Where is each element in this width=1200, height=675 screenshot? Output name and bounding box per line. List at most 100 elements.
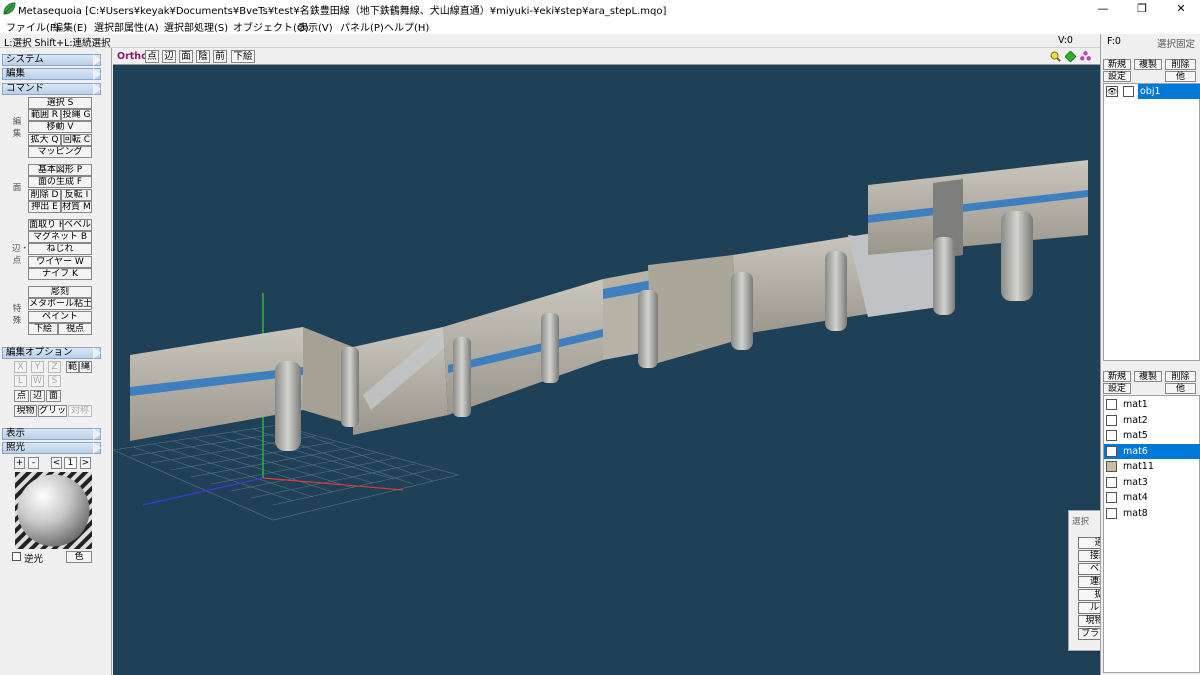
- rotate-view-icon[interactable]: [1080, 51, 1091, 62]
- paint-button[interactable]: ペイント: [28, 311, 92, 323]
- extrude-button[interactable]: 押出 E: [28, 201, 61, 213]
- menu-selection-process[interactable]: 選択部処理(S): [164, 19, 228, 34]
- light-index-field[interactable]: 1: [64, 457, 77, 469]
- viewpoint-button[interactable]: 視点: [58, 323, 92, 335]
- chamfer-button[interactable]: 面取り H: [28, 219, 63, 231]
- bevel-button[interactable]: ベベル: [63, 219, 92, 231]
- current-object-toggle[interactable]: 現物: [14, 405, 37, 417]
- scene-canvas[interactable]: [113, 65, 1100, 675]
- light-prev-button[interactable]: <: [51, 457, 62, 469]
- symmetry-toggle[interactable]: 対称: [68, 405, 92, 417]
- material-row[interactable]: mat11: [1104, 459, 1200, 474]
- light-color-button[interactable]: 色: [66, 551, 92, 563]
- section-command[interactable]: コマンド: [2, 83, 101, 95]
- menu-help[interactable]: ヘルプ(H): [384, 19, 429, 34]
- section-edit[interactable]: 編集: [2, 68, 101, 80]
- light-add-button[interactable]: +: [14, 457, 25, 469]
- select-route-button[interactable]: ルート: [1078, 602, 1100, 614]
- menu-panel[interactable]: パネル(P): [340, 19, 384, 34]
- material-row[interactable]: mat2: [1104, 413, 1200, 428]
- face-generate-button[interactable]: 面の生成 F: [28, 176, 92, 188]
- lock-toggle[interactable]: [1123, 86, 1134, 97]
- object-settings-button[interactable]: 設定: [1103, 71, 1131, 82]
- flip-button[interactable]: 反転 I: [61, 189, 92, 201]
- material-settings-button[interactable]: 設定: [1103, 383, 1131, 394]
- point-toggle[interactable]: 点: [14, 390, 29, 402]
- menu-view[interactable]: 表示(V): [298, 19, 333, 34]
- material-row[interactable]: mat6: [1104, 444, 1200, 459]
- select-expand-button[interactable]: 拡張: [1078, 589, 1100, 601]
- axis-x-toggle[interactable]: X: [14, 361, 27, 373]
- object-new-button[interactable]: 新規: [1103, 59, 1131, 70]
- lasso-select-button[interactable]: 投縄 G: [61, 109, 92, 121]
- material-row[interactable]: mat5: [1104, 428, 1200, 443]
- material-row[interactable]: mat1: [1104, 397, 1200, 412]
- move-command-button[interactable]: 移動 V: [28, 121, 92, 133]
- axis-y-toggle[interactable]: Y: [31, 361, 44, 373]
- backlight-checkbox[interactable]: [12, 552, 21, 561]
- maximize-button[interactable]: ❐: [1123, 0, 1161, 18]
- object-duplicate-button[interactable]: 複製: [1134, 59, 1162, 70]
- view-point-toggle[interactable]: 点: [145, 50, 159, 63]
- material-button[interactable]: 材質 M: [61, 201, 92, 213]
- primitive-button[interactable]: 基本図形 P: [28, 164, 92, 176]
- view-underlay-toggle[interactable]: 下絵: [231, 50, 255, 63]
- grid-toggle[interactable]: グリッド: [38, 405, 67, 417]
- scale-command-button[interactable]: 拡大 Q: [28, 134, 61, 146]
- material-delete-button[interactable]: 削除: [1165, 371, 1196, 382]
- section-lighting[interactable]: 照光: [2, 442, 101, 454]
- light-next-button[interactable]: >: [80, 457, 91, 469]
- section-edit-options[interactable]: 編集オプション: [2, 347, 101, 359]
- world-toggle[interactable]: W: [31, 375, 44, 387]
- 3d-viewport[interactable]: Ortho 点 辺 面 陰 前 下絵 選択 通 接 ベ 連 拡 ル 現物 ブラ: [113, 48, 1100, 675]
- face-toggle[interactable]: 面: [46, 390, 61, 402]
- object-delete-button[interactable]: 削除: [1165, 59, 1196, 70]
- range-option-toggle[interactable]: 範: [66, 361, 79, 373]
- axis-z-toggle[interactable]: Z: [48, 361, 61, 373]
- light-sphere-preview[interactable]: [15, 472, 92, 549]
- local-toggle[interactable]: L: [14, 375, 27, 387]
- knife-button[interactable]: ナイフ K: [28, 268, 92, 280]
- underlay-button[interactable]: 下絵: [28, 323, 58, 335]
- edge-toggle[interactable]: 辺: [30, 390, 45, 402]
- twist-button[interactable]: ねじれ: [28, 243, 92, 255]
- close-button[interactable]: ✕: [1162, 0, 1200, 18]
- selection-lock-toggle[interactable]: 選択固定: [1157, 36, 1195, 50]
- view-face-toggle[interactable]: 面: [179, 50, 193, 63]
- light-remove-button[interactable]: -: [28, 457, 39, 469]
- menu-selection-attr[interactable]: 選択部属性(A): [94, 19, 159, 34]
- magnet-button[interactable]: マグネット B: [28, 231, 92, 243]
- minimize-button[interactable]: —: [1084, 0, 1122, 18]
- metaball-button[interactable]: メタボール粘土: [28, 298, 92, 310]
- delete-button[interactable]: 削除 D: [28, 189, 61, 201]
- sculpt-button[interactable]: 彫刻: [28, 286, 92, 298]
- menu-file[interactable]: ファイル(F): [6, 19, 60, 34]
- range-select-button[interactable]: 範囲 R: [28, 109, 61, 121]
- select-current-object-button[interactable]: 現物指定: [1078, 615, 1100, 627]
- projection-mode-label[interactable]: Ortho: [117, 51, 148, 62]
- material-duplicate-button[interactable]: 複製: [1134, 371, 1162, 382]
- zoom-icon[interactable]: [1050, 51, 1061, 62]
- object-name[interactable]: obj1: [1138, 84, 1200, 99]
- select-edge-loop-button[interactable]: 連続辺: [1078, 576, 1100, 588]
- object-other-button[interactable]: 他: [1165, 71, 1196, 82]
- material-other-button[interactable]: 他: [1165, 383, 1196, 394]
- object-row[interactable]: 👁 obj1: [1104, 84, 1200, 99]
- select-connected-face-button[interactable]: 接続面: [1078, 550, 1100, 562]
- select-belt-button[interactable]: ベルト: [1078, 563, 1100, 575]
- section-display[interactable]: 表示: [2, 428, 101, 440]
- view-shade-toggle[interactable]: 陰: [196, 50, 210, 63]
- material-row[interactable]: mat8: [1104, 506, 1200, 521]
- material-row[interactable]: mat4: [1104, 490, 1200, 505]
- screen-toggle[interactable]: S: [48, 375, 61, 387]
- menu-edit[interactable]: 編集(E): [53, 19, 87, 34]
- wire-button[interactable]: ワイヤー W: [28, 256, 92, 268]
- material-row[interactable]: mat3: [1104, 475, 1200, 490]
- view-edge-toggle[interactable]: 辺: [162, 50, 176, 63]
- visibility-eye-icon[interactable]: 👁: [1106, 86, 1118, 97]
- mapping-button[interactable]: マッピング: [28, 146, 92, 158]
- move-view-icon[interactable]: [1065, 51, 1076, 62]
- section-system[interactable]: システム: [2, 54, 101, 66]
- select-brush-button[interactable]: ブラシ選択: [1078, 628, 1100, 640]
- lasso-option-toggle[interactable]: 縄: [79, 361, 92, 373]
